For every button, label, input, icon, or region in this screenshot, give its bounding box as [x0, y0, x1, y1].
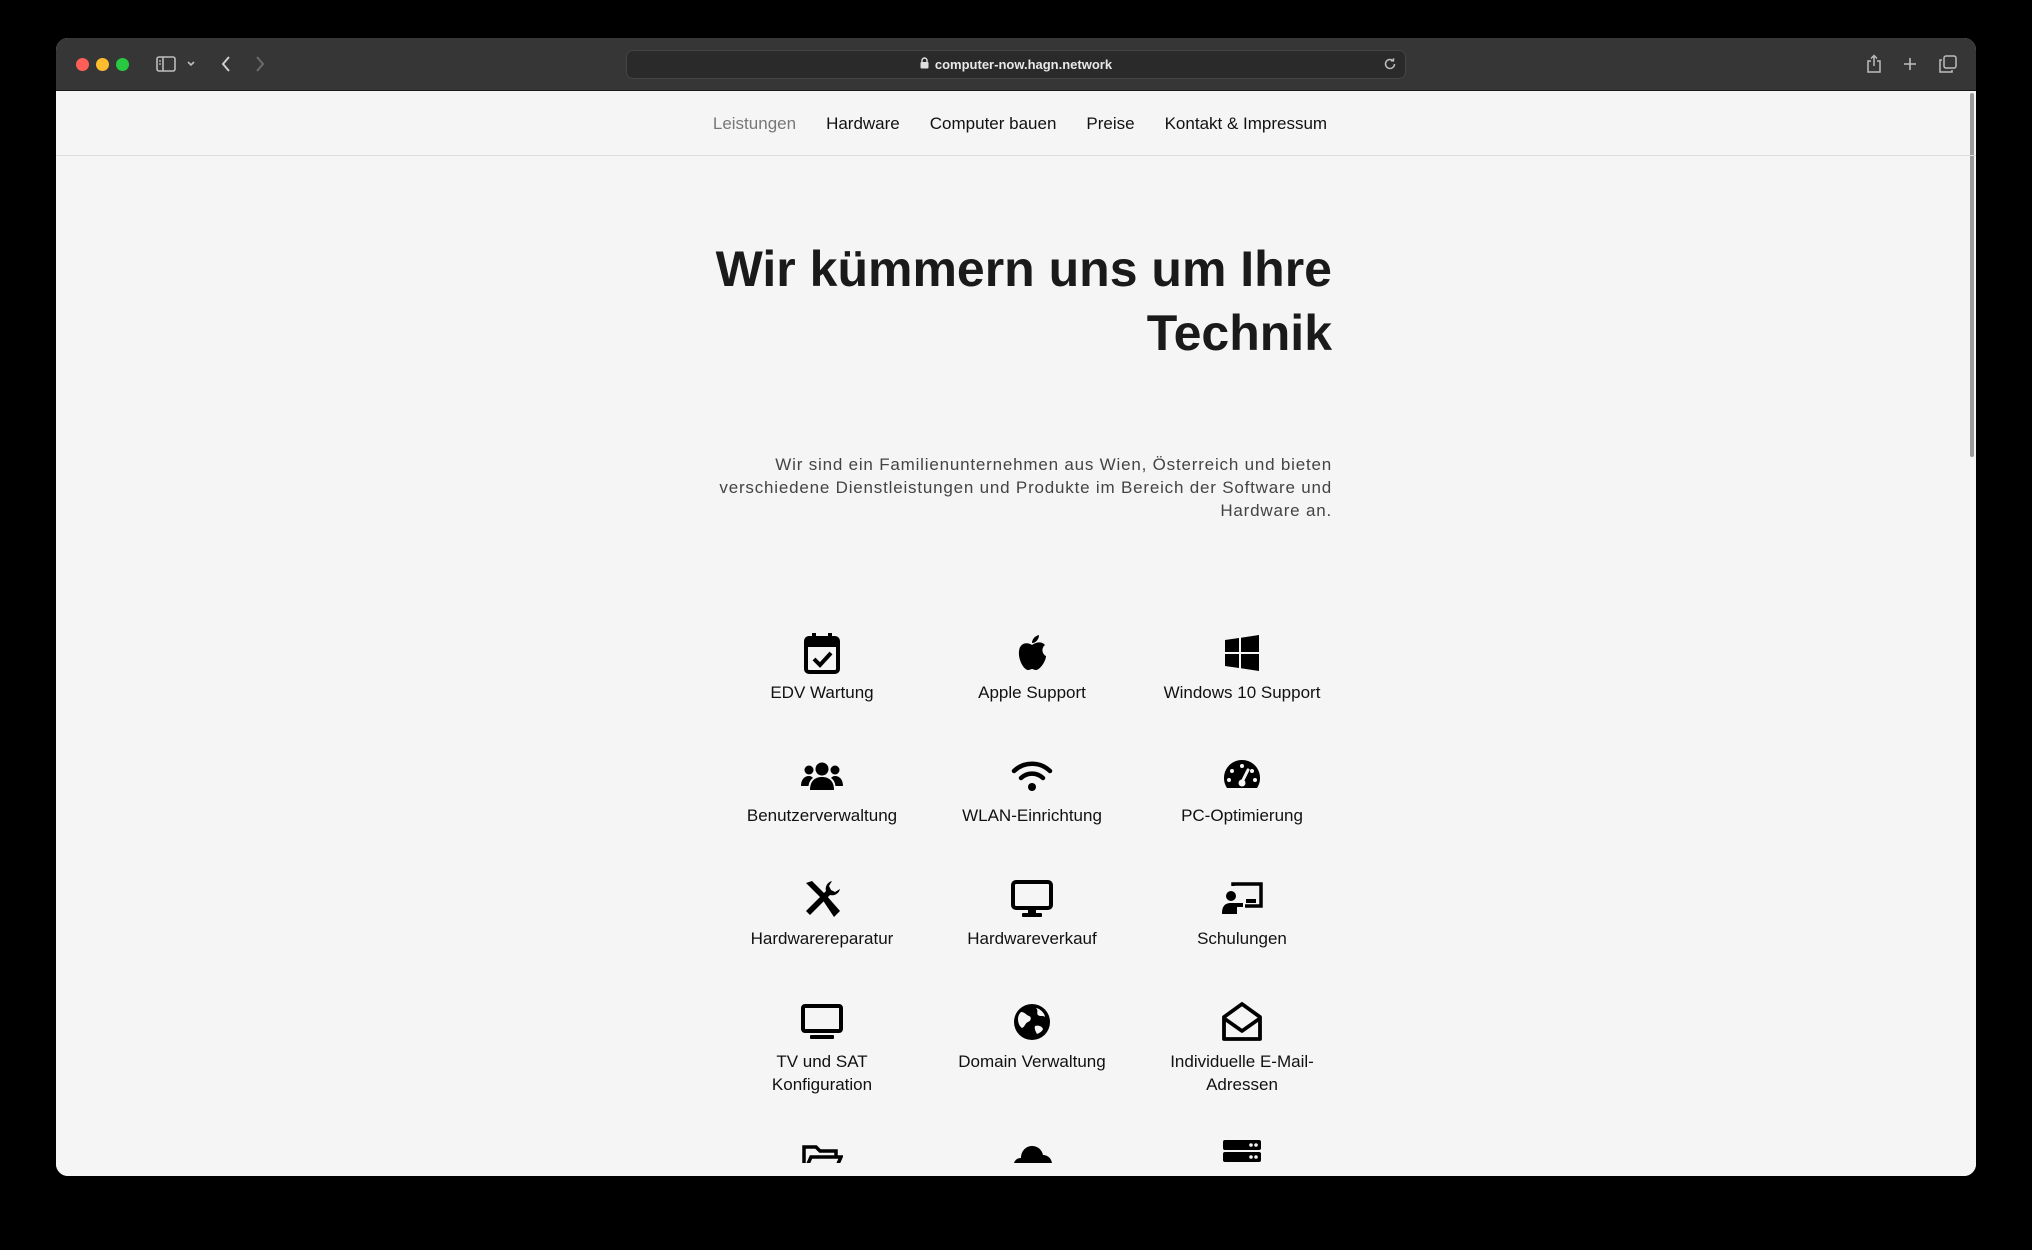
nav-item-hardware[interactable]: Hardware: [826, 114, 900, 134]
service-label: Individuelle E-Mail-Adressen: [1170, 1052, 1314, 1094]
service-label: PC-Optimierung: [1181, 806, 1303, 825]
wifi-icon: [1011, 754, 1053, 798]
service-item: [927, 1123, 1137, 1163]
service-item: Windows 10 Support: [1137, 631, 1347, 754]
back-arrow-icon[interactable]: [216, 52, 236, 76]
service-label: Benutzerverwaltung: [746, 806, 898, 825]
reload-icon[interactable]: [1383, 57, 1397, 74]
speedometer-icon: [1222, 754, 1262, 798]
service-label: Domain Verwaltung: [958, 1052, 1106, 1071]
url-text: computer-now.hagn.network: [934, 57, 1113, 72]
service-item: WLAN-Einrichtung: [927, 754, 1137, 877]
teacher-icon: [1221, 877, 1263, 921]
service-label: Hardwarereparatur: [750, 929, 894, 948]
new-tab-icon[interactable]: [1900, 52, 1920, 76]
chevron-down-icon[interactable]: [184, 52, 198, 76]
service-item: Domain Verwaltung: [927, 1000, 1137, 1123]
services-grid: EDV Wartung Apple Support Windows 10 Sup…: [717, 631, 1347, 1163]
service-label: EDV Wartung: [770, 683, 874, 702]
service-item: EDV Wartung: [717, 631, 927, 754]
service-label: Apple Support: [978, 683, 1086, 702]
share-icon[interactable]: [1864, 52, 1884, 76]
service-item: Apple Support: [927, 631, 1137, 754]
windows-icon: [1224, 631, 1260, 675]
minimize-window-button[interactable]: [96, 58, 109, 71]
service-item: Benutzerverwaltung: [717, 754, 927, 877]
server-icon: [1222, 1123, 1262, 1163]
service-label: WLAN-Einrichtung: [962, 806, 1102, 825]
service-item: [717, 1123, 927, 1163]
intro-text: Wir sind ein Familienunternehmen aus Wie…: [719, 455, 1332, 520]
service-label: TV und SAT Konfiguration: [771, 1052, 873, 1094]
service-item: PC-Optimierung: [1137, 754, 1347, 877]
service-label: Hardwareverkauf: [967, 929, 1097, 948]
browser-toolbar: computer-now.hagn.network: [56, 38, 1976, 91]
zoom-window-button[interactable]: [116, 58, 129, 71]
service-item: Individuelle E-Mail-Adressen: [1137, 1000, 1347, 1123]
envelope-open-icon: [1221, 1000, 1263, 1044]
nav-item-leistungen[interactable]: Leistungen: [713, 114, 796, 134]
calendar-check-icon: [804, 631, 840, 675]
sidebar-toggle-icon[interactable]: [154, 52, 178, 76]
apple-icon: [1016, 631, 1048, 675]
globe-icon: [1012, 1000, 1052, 1044]
address-bar[interactable]: computer-now.hagn.network: [626, 50, 1406, 79]
page-title: Wir kümmern uns um Ihre Technik: [632, 237, 1332, 365]
lock-icon: [920, 57, 929, 72]
service-item: [1137, 1123, 1347, 1163]
nav-item-kontakt-impressum[interactable]: Kontakt & Impressum: [1165, 114, 1328, 134]
monitor-icon: [1011, 877, 1053, 921]
browser-window: computer-now.hagn.network Leistungen Har…: [56, 38, 1976, 1176]
nav-item-computer-bauen[interactable]: Computer bauen: [930, 114, 1057, 134]
nav-item-preise[interactable]: Preise: [1086, 114, 1134, 134]
service-item: Hardwarereparatur: [717, 877, 927, 1000]
service-label: Windows 10 Support: [1163, 683, 1321, 702]
users-icon: [801, 754, 843, 798]
tab-overview-icon[interactable]: [1937, 52, 1959, 76]
page-viewport: Leistungen Hardware Computer bauen Preis…: [56, 91, 1976, 1176]
service-item: TV und SAT Konfiguration: [717, 1000, 927, 1123]
folder-open-icon: [801, 1123, 843, 1163]
tv-icon: [801, 1000, 843, 1044]
service-label: Schulungen: [1197, 929, 1287, 948]
forward-arrow-icon[interactable]: [250, 52, 270, 76]
close-window-button[interactable]: [76, 58, 89, 71]
title-line-1: Wir kümmern uns um Ihre: [715, 241, 1332, 297]
main-nav: Leistungen Hardware Computer bauen Preis…: [56, 91, 1976, 156]
service-item: Hardwareverkauf: [927, 877, 1137, 1000]
title-line-2: Technik: [1146, 305, 1332, 361]
cloud-icon: [1011, 1123, 1053, 1163]
tools-icon: [802, 877, 842, 921]
service-item: Schulungen: [1137, 877, 1347, 1000]
